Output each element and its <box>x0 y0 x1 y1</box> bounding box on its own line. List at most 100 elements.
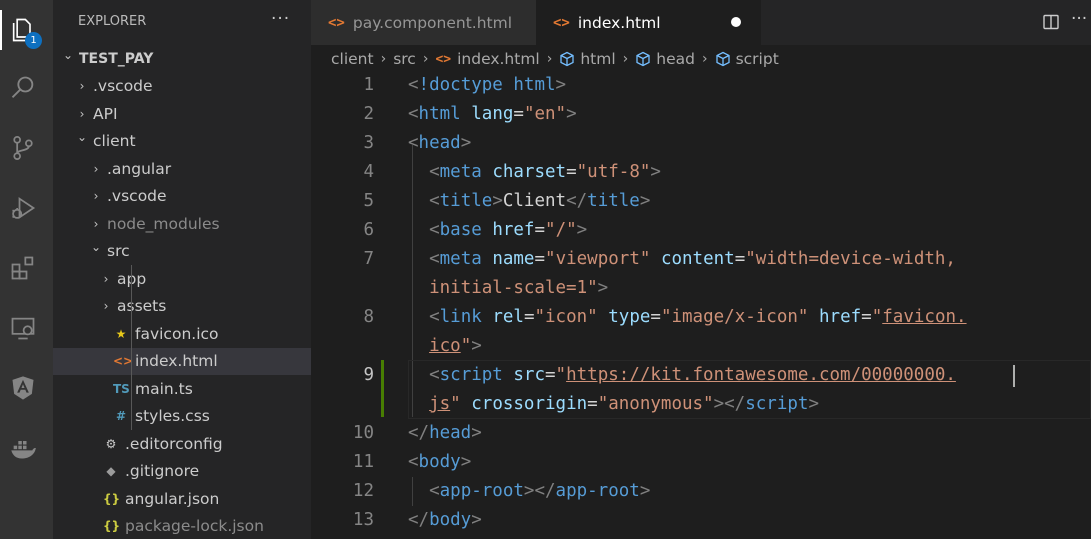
more-actions-icon[interactable]: ··· <box>271 9 290 29</box>
line-number[interactable]: 13 <box>311 510 374 530</box>
tree-folder-item[interactable]: › .angular <box>53 155 311 182</box>
code-line[interactable]: <html lang="en"> <box>408 104 577 124</box>
code-token: "icon" <box>534 307 598 327</box>
code-token: charset <box>492 162 567 182</box>
breadcrumb-item-src[interactable]: src <box>393 50 416 68</box>
docker-icon[interactable] <box>0 428 46 468</box>
chevron-right-icon[interactable]: › <box>89 162 103 176</box>
chevron-right-icon: › <box>546 51 553 67</box>
code-token: "utf-8" <box>576 162 651 182</box>
code-line[interactable]: <!doctype html> <box>408 75 566 95</box>
code-token: = <box>545 365 556 385</box>
tree-file-item[interactable]: <> index.html <box>53 347 311 375</box>
unsaved-changes-icon[interactable] <box>731 17 741 27</box>
code-token: js <box>429 394 451 414</box>
chevron-right-icon[interactable]: › <box>89 217 103 231</box>
html-file-icon: <> <box>553 14 570 31</box>
chevron-down-icon[interactable]: ⌄ <box>89 240 103 254</box>
code-line[interactable]: <script src="https://kit.fontawesome.com… <box>408 365 956 385</box>
tree-folder-item[interactable]: › assets <box>53 293 311 320</box>
line-number[interactable]: 5 <box>311 191 374 211</box>
tree-item-label: .angular <box>107 159 172 178</box>
tree-file-item[interactable]: ⚙ .editorconfig <box>53 430 311 457</box>
code-line[interactable]: <base href="/"> <box>408 220 587 240</box>
activity-bar: 1 <box>0 0 53 539</box>
line-number[interactable]: 10 <box>311 423 374 443</box>
code-line[interactable]: <meta name="viewport" content="width=dev… <box>408 249 956 269</box>
tree-item-label: node_modules <box>107 214 220 233</box>
tree-file-item[interactable]: ★ favicon.ico <box>53 320 311 347</box>
line-number[interactable]: 7 <box>311 249 374 269</box>
tree-item-label: styles.css <box>135 407 210 425</box>
search-icon[interactable] <box>0 68 46 108</box>
line-number[interactable]: 1 <box>311 75 374 95</box>
source-control-icon[interactable] <box>0 128 46 168</box>
tree-folder-item[interactable]: › .vscode <box>53 73 311 100</box>
tree-file-item[interactable]: {} angular.json <box>53 485 311 512</box>
breadcrumb-item-script[interactable]: script <box>736 50 779 68</box>
line-number[interactable]: 11 <box>311 452 374 472</box>
tree-file-item[interactable]: TS main.ts <box>53 375 311 402</box>
tree-folder-item[interactable]: ⌄ TEST_PAY <box>53 45 311 72</box>
extensions-icon[interactable] <box>0 248 46 288</box>
code-line[interactable]: </head> <box>408 423 482 443</box>
breadcrumb-item-html[interactable]: html <box>580 50 615 68</box>
tree-file-item[interactable]: {} package-lock.json <box>53 513 311 539</box>
tree-folder-item[interactable]: › node_modules <box>53 210 311 237</box>
code-line[interactable]: <head> <box>408 133 471 153</box>
chevron-right-icon[interactable]: › <box>75 79 89 93</box>
chevron-down-icon[interactable]: ⌄ <box>75 130 89 144</box>
tab-index-html[interactable]: <> index.html <box>536 0 761 45</box>
run-debug-icon[interactable] <box>0 188 46 228</box>
breadcrumb-item-index-html[interactable]: index.html <box>457 50 540 68</box>
code-line[interactable]: <meta charset="utf-8"> <box>408 162 661 182</box>
tree-folder-item[interactable]: ⌄ client <box>53 128 311 155</box>
chevron-down-icon[interactable]: ⌄ <box>61 48 75 62</box>
code-editor[interactable]: 1 <!doctype html> 2 <html lang="en"> 3 <head>… <box>311 73 1091 539</box>
code-token: < <box>429 162 440 182</box>
code-token: < <box>408 452 419 472</box>
tree-file-item[interactable]: # styles.css <box>53 403 311 430</box>
tree-item-label: favicon.ico <box>135 324 219 343</box>
chevron-right-icon[interactable]: › <box>99 299 113 313</box>
code-token: head <box>418 133 461 153</box>
line-number[interactable]: 2 <box>311 104 374 124</box>
tree-item-label: main.ts <box>135 379 193 398</box>
code-line[interactable]: <link rel="icon" type="image/x-icon" hre… <box>408 307 966 327</box>
tree-folder-item[interactable]: ⌄ src <box>53 238 311 265</box>
line-number[interactable]: 3 <box>311 133 374 153</box>
line-number[interactable]: 6 <box>311 220 374 240</box>
code-token: ico <box>429 336 461 356</box>
code-line[interactable]: <body> <box>408 452 471 472</box>
remote-explorer-icon[interactable] <box>0 308 46 348</box>
tree-file-item[interactable]: ◆ .gitignore <box>53 458 311 485</box>
tree-folder-item[interactable]: › .vscode <box>53 183 311 210</box>
code-line[interactable]: js" crossorigin="anonymous"></script> <box>408 394 819 414</box>
tree-folder-item[interactable]: › API <box>53 100 311 127</box>
chevron-right-icon[interactable]: › <box>89 189 103 203</box>
line-number[interactable]: 9 <box>311 365 374 385</box>
breadcrumb-item-client[interactable]: client <box>331 50 374 68</box>
chevron-right-icon[interactable]: › <box>75 107 89 121</box>
code-line[interactable]: <title>Client</title> <box>408 191 650 211</box>
line-number[interactable]: 12 <box>311 481 374 501</box>
breadcrumb-item-head[interactable]: head <box>656 50 695 68</box>
code-line[interactable]: <app-root></app-root> <box>408 481 650 501</box>
code-line[interactable]: ico"> <box>408 336 482 356</box>
tree-folder-item[interactable]: ›app <box>53 265 311 292</box>
tree-item-label: angular.json <box>125 489 220 508</box>
line-number[interactable]: 4 <box>311 162 374 182</box>
editor-more-icon[interactable]: ··· <box>1071 9 1087 29</box>
angular-icon[interactable] <box>0 368 46 408</box>
line-number[interactable]: 8 <box>311 307 374 327</box>
code-line[interactable]: initial-scale=1"> <box>408 278 608 298</box>
split-editor-icon[interactable] <box>1042 13 1060 31</box>
code-line[interactable]: </body> <box>408 510 482 530</box>
code-token: < <box>429 481 440 501</box>
tree-item-label: client <box>93 132 136 150</box>
file-type-icon: ◆ <box>106 464 116 478</box>
chevron-right-icon[interactable]: › <box>99 272 113 286</box>
tab-pay-component-html[interactable]: <> pay.component.html <box>311 0 536 45</box>
